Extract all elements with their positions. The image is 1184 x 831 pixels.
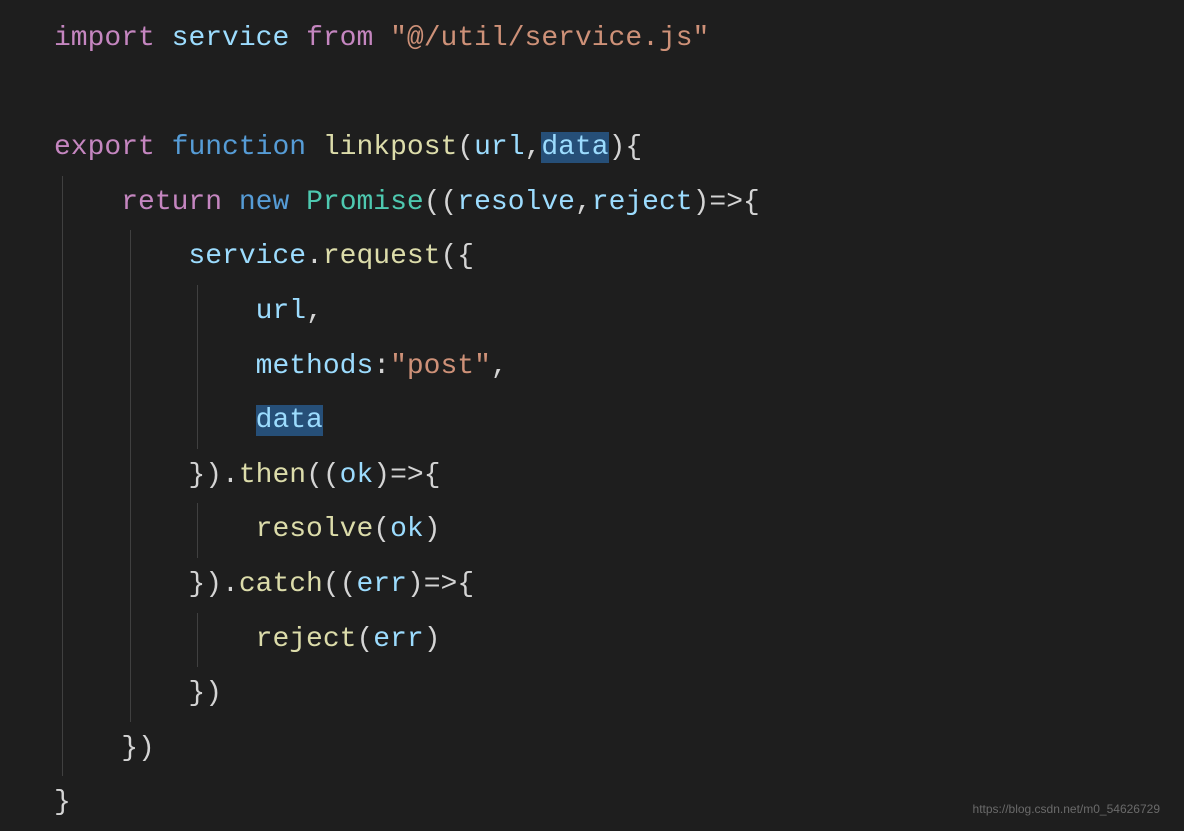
prop-methods: methods: [256, 351, 374, 382]
keyword-import: import: [54, 23, 155, 54]
code-line-13[interactable]: }): [54, 667, 1130, 722]
identifier-service: service: [172, 23, 290, 54]
param-ok: ok: [340, 460, 374, 491]
method-catch: catch: [239, 569, 323, 600]
code-line-10[interactable]: resolve(ok): [54, 503, 1130, 558]
method-request: request: [323, 241, 441, 272]
class-promise: Promise: [306, 187, 424, 218]
keyword-from: from: [306, 23, 373, 54]
arg-ok: ok: [390, 514, 424, 545]
keyword-function: function: [172, 132, 306, 163]
keyword-new: new: [239, 187, 289, 218]
string-path: "@/util/service.js": [390, 23, 709, 54]
code-editor[interactable]: import service from "@/util/service.js" …: [54, 12, 1130, 831]
code-line-5[interactable]: service.request({: [54, 230, 1130, 285]
watermark: https://blog.csdn.net/m0_54626729: [973, 798, 1160, 821]
param-data-selected: data: [541, 132, 608, 163]
code-line-15[interactable]: }: [54, 776, 1130, 831]
identifier-service: service: [188, 241, 306, 272]
code-line-1[interactable]: import service from "@/util/service.js": [54, 12, 1130, 67]
code-line-7[interactable]: methods:"post",: [54, 340, 1130, 395]
param-resolve: resolve: [457, 187, 575, 218]
method-then: then: [239, 460, 306, 491]
prop-url: url: [256, 296, 306, 327]
param-reject: reject: [592, 187, 693, 218]
code-line-8[interactable]: data: [54, 394, 1130, 449]
code-line-6[interactable]: url,: [54, 285, 1130, 340]
call-resolve: resolve: [256, 514, 374, 545]
keyword-export: export: [54, 132, 155, 163]
code-line-2[interactable]: [54, 67, 1130, 122]
prop-data-selected: data: [256, 405, 323, 436]
call-reject: reject: [256, 624, 357, 655]
param-url: url: [474, 132, 524, 163]
function-name: linkpost: [323, 132, 457, 163]
keyword-return: return: [121, 187, 222, 218]
param-err: err: [356, 569, 406, 600]
code-line-12[interactable]: reject(err): [54, 613, 1130, 668]
arg-err: err: [373, 624, 423, 655]
code-line-3[interactable]: export function linkpost(url,data){: [54, 121, 1130, 176]
code-line-14[interactable]: }): [54, 722, 1130, 777]
code-line-4[interactable]: return new Promise((resolve,reject)=>{: [54, 176, 1130, 231]
code-line-11[interactable]: }).catch((err)=>{: [54, 558, 1130, 613]
string-post: "post": [390, 351, 491, 382]
code-line-9[interactable]: }).then((ok)=>{: [54, 449, 1130, 504]
